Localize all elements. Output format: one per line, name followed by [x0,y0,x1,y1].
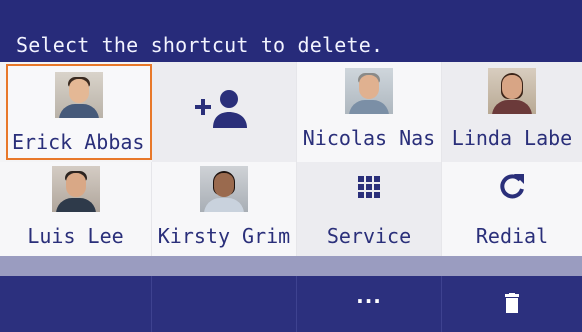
contact-photo-nicolas-nas [345,68,393,114]
softkey-1[interactable] [0,276,152,332]
shortcut-linda-labe[interactable]: Linda Labe [442,62,582,162]
contact-photo-erick-abbas [55,72,103,118]
contact-photo-kirsty-grim [200,166,248,212]
shortcut-service[interactable]: Service [297,162,442,256]
shortcut-luis-lee[interactable]: Luis Lee [0,162,152,256]
shortcut-nicolas-nas[interactable]: Nicolas Nas [297,62,442,162]
phone-screen: Select the shortcut to delete. Erick Abb… [0,0,582,332]
more-icon: ··· [356,289,382,313]
shortcut-label: Erick Abbas [12,130,145,154]
redial-icon [498,172,526,200]
shortcut-label: Linda Labe [451,126,573,150]
delete-button[interactable] [442,276,582,332]
contact-photo-linda-labe [488,68,536,114]
shortcut-erick-abbas[interactable]: Erick Abbas [6,64,152,160]
header-title: Select the shortcut to delete. [16,33,384,57]
contact-photo-luis-lee [51,166,100,212]
shortcut-redial[interactable]: Redial [442,162,582,256]
shortcut-label: Luis Lee [27,224,124,248]
trash-icon [505,293,519,317]
keypad-grid-icon [358,176,380,198]
shortcut-grid: Erick Abbas Nicolas Nas Linda Labe Luis … [0,62,582,256]
more-button[interactable]: ··· [297,276,442,332]
shortcut-label: Service [326,224,412,248]
shortcut-label: Redial [475,224,549,248]
header-bar: Select the shortcut to delete. [0,0,582,62]
divider-bar [0,256,582,276]
shortcut-label: Nicolas Nas [302,126,436,150]
softkey-bar: ··· [0,276,582,332]
shortcut-add-contact[interactable] [152,62,297,162]
softkey-2[interactable] [152,276,297,332]
add-contact-icon [195,88,253,130]
shortcut-label: Kirsty Grim [157,224,291,248]
shortcut-kirsty-grim[interactable]: Kirsty Grim [152,162,297,256]
